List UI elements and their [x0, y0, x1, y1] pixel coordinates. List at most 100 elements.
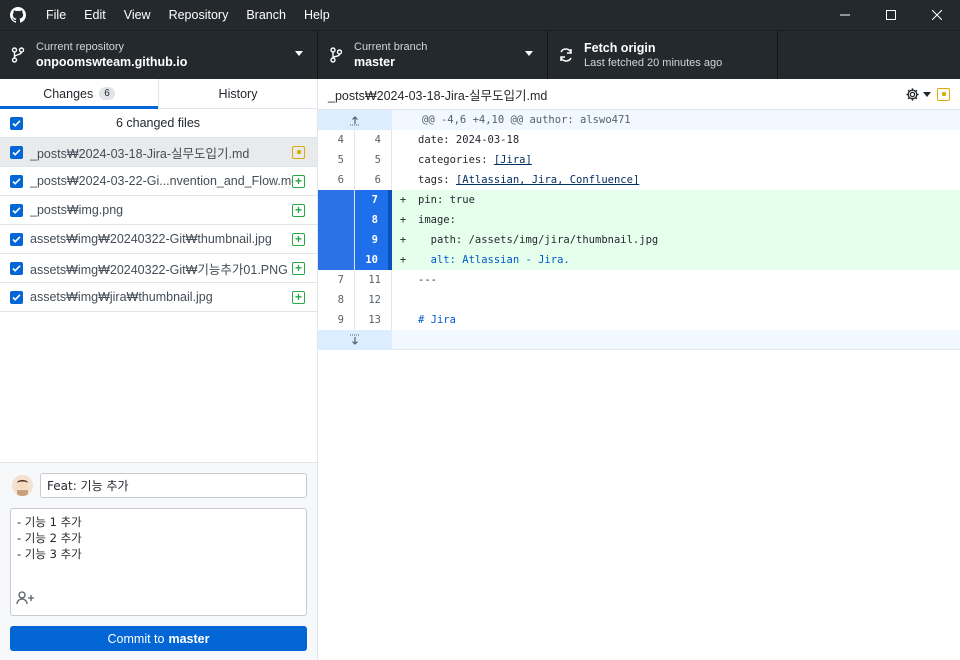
added-sign: +: [399, 254, 407, 266]
diff-line-added[interactable]: 10 + alt: Atlassian - Jira.: [318, 250, 960, 270]
menu-edit[interactable]: Edit: [75, 0, 115, 30]
commit-button-branch: master: [168, 631, 210, 646]
avatar: [12, 475, 33, 496]
file-checkbox[interactable]: [10, 174, 23, 188]
changed-files-count: 6 changed files: [115, 116, 201, 130]
tab-changes[interactable]: Changes 6: [0, 79, 158, 109]
file-checkbox[interactable]: [10, 290, 23, 304]
file-name: _posts₩2024-03-18-Jira-실무도입기.md: [30, 146, 250, 161]
new-line-number: 7: [355, 190, 392, 210]
changes-count-badge: 6: [99, 87, 115, 100]
diff-settings-button[interactable]: [905, 87, 931, 102]
menu-file[interactable]: File: [36, 0, 75, 30]
added-sign: +: [399, 234, 407, 246]
diff-view: @@ -4,6 +4,10 @@ author: alswo471 4 4 da…: [318, 110, 960, 350]
commit-description-field[interactable]: - 기능 1 추가 - 기능 2 추가 - 기능 3 추가: [10, 508, 307, 616]
fetch-origin-button[interactable]: Fetch origin Last fetched 20 minutes ago: [548, 31, 778, 79]
chevron-down-icon: [295, 51, 303, 56]
added-icon: +: [292, 203, 305, 217]
diff-line: 4 4 date: 2024-03-18: [318, 130, 960, 150]
menu-bar: File Edit View Repository Branch Help: [36, 0, 339, 30]
modified-icon: [292, 145, 305, 159]
line-code: date: 2024-03-18: [418, 134, 520, 146]
added-icon: +: [292, 290, 305, 304]
diff-file-path: _posts₩2024-03-18-Jira-실무도입기.md: [328, 88, 548, 103]
line-code: categories: [Jira]: [410, 150, 960, 170]
add-coauthor-icon[interactable]: [16, 590, 36, 609]
select-all-checkbox[interactable]: [10, 116, 23, 130]
sidebar-tabs: Changes 6 History: [0, 79, 317, 109]
line-code-prefix: categories:: [418, 154, 494, 166]
sync-icon: [548, 47, 584, 63]
current-branch-button[interactable]: Current branch master: [318, 31, 548, 79]
menu-view[interactable]: View: [115, 0, 160, 30]
file-name: _posts₩img.png: [30, 203, 124, 217]
added-sign: +: [399, 214, 407, 226]
file-row[interactable]: assets₩img₩jira₩thumbnail.jpg +: [0, 283, 317, 312]
line-code: pin: true: [418, 194, 475, 206]
file-name: assets₩img₩jira₩thumbnail.jpg: [30, 290, 213, 304]
file-name: assets₩img₩20240322-Git₩기능추가01.PNG: [30, 262, 288, 277]
sidebar: Changes 6 History 6 changed files _posts…: [0, 79, 318, 660]
file-checkbox[interactable]: [10, 232, 23, 246]
toolbar: Current repository onpoomswteam.github.i…: [0, 30, 960, 79]
old-line-number: 6: [318, 170, 355, 190]
hunk-header-text: @@ -4,6 +4,10 @@ author: alswo471: [422, 114, 631, 126]
line-code: ---: [418, 274, 437, 286]
line-code-link[interactable]: [Atlassian, Jira, Confluence]: [456, 174, 639, 186]
new-line-number: 6: [355, 170, 392, 190]
old-line-number: 8: [318, 290, 355, 310]
maximize-icon: [886, 10, 896, 20]
diff-line: 8 12: [318, 290, 960, 310]
file-row[interactable]: _posts₩img.png +: [0, 196, 317, 225]
old-line-number: [318, 230, 355, 250]
menu-repository[interactable]: Repository: [160, 0, 238, 30]
chevron-down-icon: [525, 51, 533, 56]
file-row[interactable]: _posts₩2024-03-22-Gi...nvention_and_Flow…: [0, 167, 317, 196]
new-line-number: 5: [355, 150, 392, 170]
new-line-number: 4: [355, 130, 392, 150]
github-logo-icon: [0, 0, 36, 30]
menu-branch[interactable]: Branch: [237, 0, 295, 30]
old-line-number: [318, 190, 355, 210]
description-line: - 기능 1 추가: [17, 515, 82, 529]
close-button[interactable]: [914, 0, 960, 30]
file-checkbox[interactable]: [10, 145, 23, 159]
commit-button[interactable]: Commit to master: [10, 626, 307, 651]
file-row[interactable]: _posts₩2024-03-18-Jira-실무도입기.md: [0, 138, 317, 167]
diff-line-added[interactable]: 8 + image:: [318, 210, 960, 230]
select-all-row: 6 changed files: [0, 109, 317, 138]
expand-down-button[interactable]: [318, 329, 392, 350]
menu-help[interactable]: Help: [295, 0, 339, 30]
file-name: assets₩img₩20240322-Git₩thumbnail.jpg: [30, 232, 272, 246]
diff-line-added[interactable]: 9 + path: /assets/img/jira/thumbnail.jpg: [318, 230, 960, 250]
current-repository-button[interactable]: Current repository onpoomswteam.github.i…: [0, 31, 318, 79]
tab-history-label: History: [218, 86, 258, 101]
new-line-number: 11: [355, 270, 392, 290]
tab-history[interactable]: History: [158, 79, 317, 108]
file-checkbox[interactable]: [10, 203, 23, 217]
file-checkbox[interactable]: [10, 261, 23, 275]
line-code-prefix: tags:: [418, 174, 456, 186]
expand-up-button[interactable]: [318, 110, 392, 130]
chevron-down-icon: [923, 91, 931, 97]
fetch-label: Fetch origin: [584, 41, 656, 55]
expand-down-icon: [350, 334, 360, 345]
file-row[interactable]: assets₩img₩20240322-Git₩기능추가01.PNG +: [0, 254, 317, 283]
file-row[interactable]: assets₩img₩20240322-Git₩thumbnail.jpg +: [0, 225, 317, 254]
line-code-link[interactable]: [Jira]: [494, 154, 532, 166]
diff-line: 5 5 categories: [Jira]: [318, 150, 960, 170]
new-line-number: 9: [355, 230, 392, 250]
repo-name: onpoomswteam.github.io: [36, 55, 188, 69]
last-fetched-text: Last fetched 20 minutes ago: [584, 57, 723, 69]
diff-line: 7 11 ---: [318, 270, 960, 290]
diff-line: 9 13 # Jira: [318, 310, 960, 330]
diff-line-added[interactable]: 7 + pin: true: [318, 190, 960, 210]
minimize-button[interactable]: [822, 0, 868, 30]
commit-button-label: Commit to: [107, 631, 165, 646]
commit-summary-input[interactable]: [40, 473, 307, 498]
maximize-button[interactable]: [868, 0, 914, 30]
line-code: # Jira: [418, 314, 456, 326]
line-code: alt: Atlassian - Jira.: [418, 254, 570, 266]
gear-icon: [906, 87, 919, 101]
